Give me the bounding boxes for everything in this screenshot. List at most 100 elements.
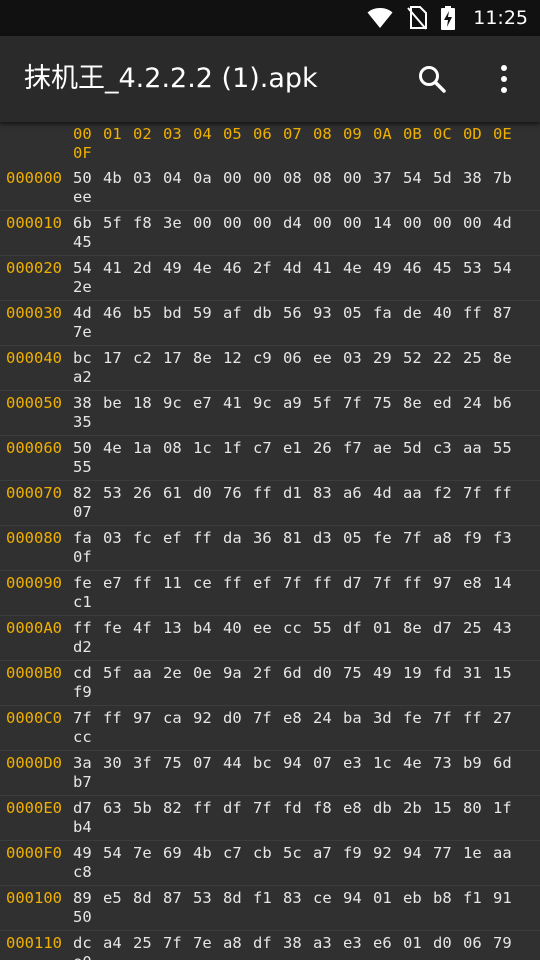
byte-cell[interactable]: 52 — [403, 349, 433, 368]
hex-row[interactable]: 000080 fa 03 fc ef ff da 36 81 d3 05 fe 7f a8 f9 f3 0f — [0, 526, 540, 571]
byte-cell[interactable]: fd — [433, 664, 463, 683]
byte-cell[interactable]: 4d — [283, 259, 313, 278]
hex-row[interactable]: 0000B0 cd 5f aa 2e 0e 9a 2f 6d d0 75 49 19 fd 31 15 f9 — [0, 661, 540, 706]
byte-cell[interactable]: f9 — [463, 529, 493, 548]
byte-cell[interactable]: 94 — [343, 889, 373, 908]
byte-cell[interactable]: bc — [253, 754, 283, 773]
byte-cell[interactable]: 9c — [163, 394, 193, 413]
byte-cell[interactable]: 2f — [253, 664, 283, 683]
byte-cell[interactable]: cb — [253, 844, 283, 863]
byte-cell[interactable]: 17 — [163, 349, 193, 368]
byte-cell[interactable]: ca — [163, 709, 193, 728]
byte-cell[interactable]: 1a — [133, 439, 163, 458]
byte-cell[interactable]: 7e — [73, 323, 92, 342]
byte-cell[interactable]: c7 — [223, 844, 253, 863]
hex-row[interactable]: 000050 38 be 18 9c e7 41 9c a9 5f 7f 75 8e ed 24 b6 35 — [0, 391, 540, 436]
byte-cell[interactable]: 97 — [433, 574, 463, 593]
byte-cell[interactable]: 4e — [103, 439, 133, 458]
byte-cell[interactable]: 81 — [283, 529, 313, 548]
byte-cell[interactable]: 5f — [103, 664, 133, 683]
byte-cell[interactable]: 77 — [433, 844, 463, 863]
byte-cell[interactable]: 00 — [463, 214, 493, 233]
byte-cell[interactable]: fe — [373, 529, 403, 548]
byte-cell[interactable]: 4b — [193, 844, 223, 863]
byte-cell[interactable]: d4 — [283, 214, 313, 233]
byte-cell[interactable]: ff — [103, 709, 133, 728]
byte-cell[interactable]: 3a — [73, 754, 103, 773]
byte-cell[interactable]: 93 — [313, 304, 343, 323]
byte-cell[interactable]: 94 — [283, 754, 313, 773]
byte-cell[interactable]: ae — [373, 439, 403, 458]
byte-cell[interactable]: 41 — [223, 394, 253, 413]
byte-cell[interactable]: 14 — [373, 214, 403, 233]
byte-cell[interactable]: 92 — [193, 709, 223, 728]
byte-cell[interactable]: c1 — [73, 593, 92, 612]
byte-cell[interactable]: 00 — [343, 214, 373, 233]
hex-row[interactable]: 0000D0 3a 30 3f 75 07 44 bc 94 07 e3 1c 4e 73 b9 6d b7 — [0, 751, 540, 796]
byte-cell[interactable]: db — [373, 799, 403, 818]
byte-cell[interactable]: 4e — [193, 259, 223, 278]
byte-cell[interactable]: ff — [73, 619, 103, 638]
byte-cell[interactable]: d2 — [73, 638, 92, 657]
byte-cell[interactable]: eb — [403, 889, 433, 908]
byte-cell[interactable]: 91 — [493, 889, 523, 908]
byte-cell[interactable]: 50 — [73, 908, 92, 927]
byte-cell[interactable]: 49 — [373, 259, 403, 278]
byte-cell[interactable]: 41 — [103, 259, 133, 278]
byte-cell[interactable]: 4d — [373, 484, 403, 503]
hex-view[interactable]: 00 01 02 03 04 05 06 07 08 09 0A 0B 0C 0D 0E 0F 000000… — [0, 122, 540, 960]
byte-cell[interactable]: a8 — [433, 529, 463, 548]
byte-cell[interactable]: 7f — [343, 394, 373, 413]
byte-cell[interactable]: a6 — [343, 484, 373, 503]
byte-cell[interactable]: 7f — [253, 709, 283, 728]
byte-cell[interactable]: 7f — [403, 529, 433, 548]
byte-cell[interactable]: 2e — [163, 664, 193, 683]
byte-cell[interactable]: 08 — [313, 169, 343, 188]
byte-cell[interactable]: 46 — [223, 259, 253, 278]
byte-cell[interactable]: da — [223, 529, 253, 548]
byte-cell[interactable]: 5d — [403, 439, 433, 458]
byte-cell[interactable]: ff — [493, 484, 523, 503]
byte-cell[interactable]: df — [223, 799, 253, 818]
byte-cell[interactable]: 00 — [403, 214, 433, 233]
byte-cell[interactable]: ed — [433, 394, 463, 413]
byte-cell[interactable]: 1c — [193, 439, 223, 458]
byte-cell[interactable]: d0 — [433, 934, 463, 953]
byte-cell[interactable]: 0a — [193, 169, 223, 188]
byte-cell[interactable]: 6d — [493, 754, 523, 773]
byte-cell[interactable]: db — [253, 304, 283, 323]
byte-cell[interactable]: a3 — [313, 934, 343, 953]
byte-cell[interactable]: 2e — [73, 278, 92, 297]
byte-cell[interactable]: 97 — [133, 709, 163, 728]
byte-cell[interactable]: 4e — [343, 259, 373, 278]
byte-cell[interactable]: 01 — [373, 619, 403, 638]
byte-cell[interactable]: 06 — [463, 934, 493, 953]
byte-cell[interactable]: f8 — [133, 214, 163, 233]
byte-cell[interactable]: 31 — [463, 664, 493, 683]
byte-cell[interactable]: 7f — [163, 934, 193, 953]
byte-cell[interactable]: 43 — [493, 619, 523, 638]
byte-cell[interactable]: e8 — [343, 799, 373, 818]
byte-cell[interactable]: 38 — [463, 169, 493, 188]
byte-cell[interactable]: 89 — [73, 889, 103, 908]
byte-cell[interactable]: 03 — [343, 349, 373, 368]
byte-cell[interactable]: 30 — [103, 754, 133, 773]
byte-cell[interactable]: 94 — [403, 844, 433, 863]
byte-cell[interactable]: 24 — [313, 709, 343, 728]
byte-cell[interactable]: ff — [403, 574, 433, 593]
byte-cell[interactable]: 49 — [373, 664, 403, 683]
byte-cell[interactable]: de — [403, 304, 433, 323]
byte-cell[interactable]: 19 — [403, 664, 433, 683]
byte-cell[interactable]: f1 — [253, 889, 283, 908]
byte-cell[interactable]: f1 — [463, 889, 493, 908]
hex-row[interactable]: 000020 54 41 2d 49 4e 46 2f 4d 41 4e 49 46 45 53 54 2e — [0, 256, 540, 301]
hex-row[interactable]: 000000 50 4b 03 04 0a 00 00 08 08 00 37 54 5d 38 7b ee — [0, 166, 540, 211]
byte-cell[interactable]: bc — [73, 349, 103, 368]
byte-cell[interactable]: 8e — [493, 349, 523, 368]
byte-cell[interactable]: bd — [163, 304, 193, 323]
byte-cell[interactable]: 9c — [253, 394, 283, 413]
byte-cell[interactable]: d0 — [313, 664, 343, 683]
byte-cell[interactable]: 79 — [493, 934, 523, 953]
byte-cell[interactable]: 00 — [193, 214, 223, 233]
byte-cell[interactable]: fe — [103, 619, 133, 638]
